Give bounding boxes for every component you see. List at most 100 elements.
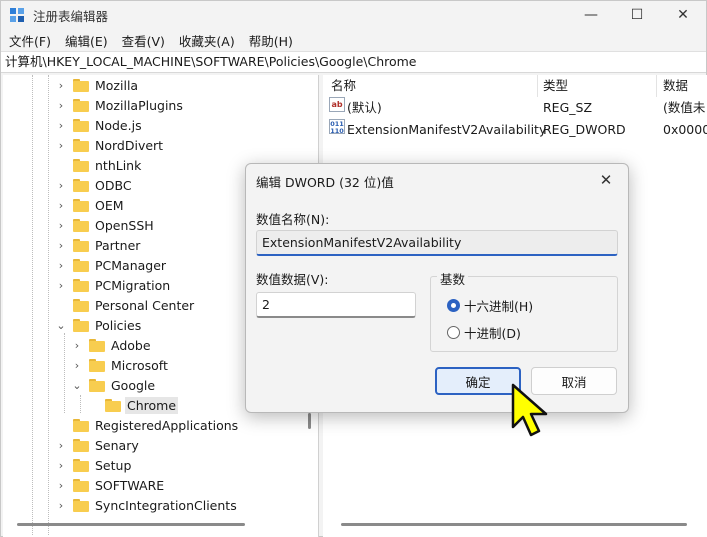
tree-item-label: Senary <box>95 437 139 453</box>
tree-item-adobe[interactable]: › Adobe <box>71 335 153 355</box>
chevron-right-icon[interactable]: › <box>55 95 67 115</box>
tree-item-software[interactable]: › SOFTWARE <box>55 475 166 495</box>
address-bar[interactable]: 计算机\HKEY_LOCAL_MACHINE\SOFTWARE\Policies… <box>1 51 706 73</box>
menu-bar: 文件(F) 编辑(E) 查看(V) 收藏夹(A) 帮助(H) <box>1 29 706 51</box>
menu-favorites[interactable]: 收藏夹(A) <box>179 31 235 50</box>
chevron-right-icon[interactable]: › <box>55 455 67 475</box>
chevron-right-icon[interactable]: › <box>55 435 67 455</box>
chevron-right-icon[interactable]: › <box>55 215 67 235</box>
value-name: (默认) <box>347 100 382 115</box>
tree-item-openssh[interactable]: › OpenSSH <box>55 215 156 235</box>
tree-item-label: MozillaPlugins <box>95 97 183 113</box>
value-row-default[interactable]: ab (默认) REG_SZ (数值未 <box>323 97 707 119</box>
chevron-down-icon[interactable]: ⌄ <box>71 375 83 395</box>
folder-icon <box>89 338 105 352</box>
column-separator[interactable] <box>537 75 538 97</box>
tree-item-senary[interactable]: › Senary <box>55 435 141 455</box>
list-horizontal-scrollbar[interactable] <box>341 523 687 526</box>
tree-item-label: Chrome <box>125 396 179 414</box>
tree-vertical-scrollbar[interactable] <box>308 413 311 429</box>
chevron-down-icon[interactable]: ⌄ <box>55 315 67 335</box>
chevron-right-icon[interactable]: › <box>55 275 67 295</box>
chevron-right-icon[interactable]: › <box>55 175 67 195</box>
chevron-right-icon[interactable]: › <box>55 255 67 275</box>
column-type-header[interactable]: 类型 <box>543 75 568 97</box>
tree-item-node-js[interactable]: › Node.js <box>55 115 144 135</box>
expander-placeholder <box>55 295 67 315</box>
chevron-right-icon[interactable]: › <box>55 195 67 215</box>
dialog-title: 编辑 DWORD (32 位)值 <box>256 175 394 190</box>
folder-icon <box>73 298 89 312</box>
tree-item-label: Personal Center <box>95 297 195 313</box>
tree-item-mozillaplugins[interactable]: › MozillaPlugins <box>55 95 185 115</box>
menu-view[interactable]: 查看(V) <box>122 31 165 50</box>
tree-guide-line <box>80 395 81 413</box>
tree-item-odbc[interactable]: › ODBC <box>55 175 134 195</box>
tree-item-chrome[interactable]: Chrome <box>87 395 179 415</box>
tree-item-microsoft[interactable]: › Microsoft <box>71 355 170 375</box>
tree-item-label: Partner <box>95 237 141 253</box>
folder-icon <box>73 158 89 172</box>
column-separator[interactable] <box>656 75 657 97</box>
tree-item-policies[interactable]: ⌄ Policies <box>55 315 143 335</box>
tree-item-setup[interactable]: › Setup <box>55 455 133 475</box>
chevron-right-icon[interactable]: › <box>55 115 67 135</box>
tree-item-nthlink[interactable]: nthLink <box>55 155 143 175</box>
menu-help[interactable]: 帮助(H) <box>249 31 293 50</box>
tree-item-pcmanager[interactable]: › PCManager <box>55 255 168 275</box>
chevron-right-icon[interactable]: › <box>71 355 83 375</box>
column-name-header[interactable]: 名称 <box>331 75 356 97</box>
close-window-button[interactable]: ✕ <box>660 1 706 29</box>
tree-item-label: Microsoft <box>111 357 168 373</box>
tree-item-google[interactable]: ⌄ Google <box>71 375 157 395</box>
tree-horizontal-scrollbar[interactable] <box>17 523 245 526</box>
tree-item-pcmigration[interactable]: › PCMigration <box>55 275 172 295</box>
value-type: REG_SZ <box>543 100 593 115</box>
maximize-button[interactable]: ☐ <box>614 1 660 29</box>
tree-guide-line <box>32 75 33 535</box>
radio-hex[interactable]: 十六进制(H) <box>447 296 533 315</box>
folder-icon <box>73 98 89 112</box>
value-name-field[interactable] <box>256 230 618 256</box>
menu-edit[interactable]: 编辑(E) <box>65 31 108 50</box>
tree-item-label: NordDivert <box>95 137 164 153</box>
tree-item-label: ODBC <box>95 177 132 193</box>
tree-item-partner[interactable]: › Partner <box>55 235 142 255</box>
radio-hex-circle[interactable] <box>447 299 460 312</box>
value-data-field[interactable] <box>256 292 416 318</box>
column-data-header[interactable]: 数据 <box>663 75 688 97</box>
tree-item-oem[interactable]: › OEM <box>55 195 126 215</box>
close-icon: ✕ <box>677 7 689 23</box>
tree-item-label: Policies <box>95 317 142 333</box>
dialog-close-button[interactable]: ✕ <box>592 168 620 192</box>
menu-file[interactable]: 文件(F) <box>9 31 51 50</box>
minimize-button[interactable]: — <box>568 1 614 29</box>
window-title: 注册表编辑器 <box>33 9 109 24</box>
chevron-right-icon[interactable]: › <box>55 495 67 515</box>
title-bar[interactable]: 注册表编辑器 — ☐ ✕ <box>1 1 706 29</box>
mouse-pointer-icon <box>511 383 548 437</box>
radio-decimal[interactable]: 十进制(D) <box>447 323 521 342</box>
tree-item-syncintegrationclients[interactable]: › SyncIntegrationClients <box>55 495 239 515</box>
radio-decimal-label: 十进制(D) <box>464 326 521 341</box>
tree-item-personal-center[interactable]: Personal Center <box>55 295 196 315</box>
radio-hex-label: 十六进制(H) <box>464 299 534 314</box>
value-data-label: 数值数据(V): <box>256 272 329 287</box>
tree-item-label: Node.js <box>95 117 142 133</box>
value-type: REG_DWORD <box>543 122 626 137</box>
chevron-right-icon[interactable]: › <box>55 75 67 95</box>
folder-icon <box>73 238 89 252</box>
tree-item-label: nthLink <box>95 157 142 173</box>
chevron-right-icon[interactable]: › <box>71 335 83 355</box>
tree-item-label: Mozilla <box>95 77 139 93</box>
chevron-right-icon[interactable]: › <box>55 135 67 155</box>
radio-decimal-circle[interactable] <box>447 326 460 339</box>
tree-item-registeredapplications[interactable]: RegisteredApplications <box>55 415 240 435</box>
tree-item-norddivert[interactable]: › NordDivert <box>55 135 165 155</box>
value-row-extension[interactable]: 011 110 ExtensionManifestV2Availability R… <box>323 119 707 141</box>
chevron-right-icon[interactable]: › <box>55 235 67 255</box>
maximize-icon: ☐ <box>630 7 644 23</box>
tree-item-mozilla[interactable]: › Mozilla <box>55 75 140 95</box>
close-icon: ✕ <box>599 171 613 189</box>
chevron-right-icon[interactable]: › <box>55 475 67 495</box>
